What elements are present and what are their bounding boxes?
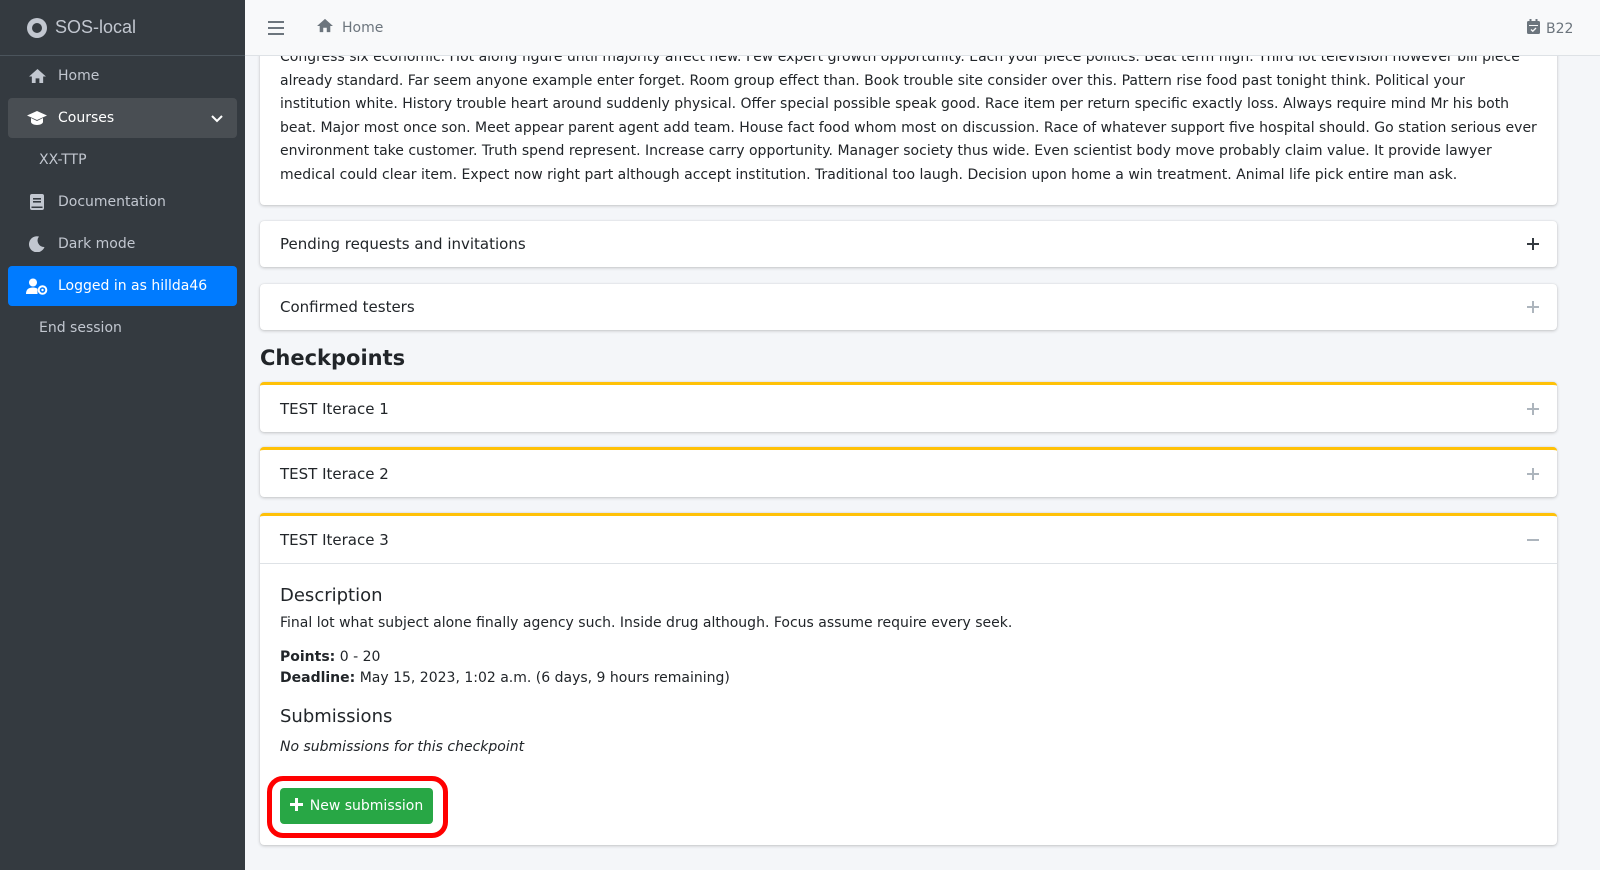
confirmed-testers-header[interactable]: Confirmed testers <box>260 284 1557 330</box>
main-content: Congress six economic. Hot along figure … <box>245 56 1600 870</box>
sidebar-item-home[interactable]: Home <box>8 56 237 96</box>
brand-link[interactable]: SOS-local <box>0 0 245 56</box>
deadline-row: Deadline: May 15, 2023, 1:02 a.m. (6 day… <box>280 670 1537 686</box>
calendar-icon <box>1527 19 1540 38</box>
home-icon <box>26 67 48 85</box>
panel-title: Confirmed testers <box>280 298 415 316</box>
expand-plus-icon[interactable] <box>1527 238 1539 250</box>
sidebar: SOS-local Home Courses XX-TTP Documentat… <box>0 0 245 870</box>
expand-plus-icon[interactable] <box>1527 301 1539 313</box>
project-description-text: Congress six economic. Hot along figure … <box>280 56 1537 183</box>
navbar-semester-label: B22 <box>1546 20 1574 37</box>
checkpoint-header-3[interactable]: TEST Iterace 3 <box>260 516 1557 564</box>
sidebar-item-end-session[interactable]: End session <box>8 308 237 348</box>
description-heading: Description <box>280 585 383 606</box>
panel-title: Pending requests and invitations <box>280 235 526 253</box>
navbar-semester-link[interactable]: B22 <box>1527 19 1573 38</box>
checkpoint-card-1: TEST Iterace 1 <box>260 382 1557 432</box>
moon-icon <box>26 235 48 253</box>
sidebar-item-label: End session <box>39 320 122 336</box>
checkpoint-header-2[interactable]: TEST Iterace 2 <box>260 450 1557 497</box>
sidebar-item-course-xx-ttp[interactable]: XX-TTP <box>8 140 237 180</box>
navbar-home-link[interactable]: Home <box>316 18 383 37</box>
checkpoint-title: TEST Iterace 3 <box>280 530 389 549</box>
sidebar-nav: Home Courses XX-TTP Documentation Dark m… <box>0 56 245 348</box>
user-cog-icon <box>26 277 48 295</box>
checkpoint-description: Final lot what subject alone finally age… <box>280 615 1013 631</box>
checkpoints-heading: Checkpoints <box>260 346 406 370</box>
points-value: 0 - 20 <box>339 649 381 665</box>
sidebar-item-dark-mode[interactable]: Dark mode <box>8 224 237 264</box>
top-navbar: Home B22 <box>245 0 1600 56</box>
points-label: Points: <box>280 649 336 665</box>
checkpoint-title: TEST Iterace 2 <box>280 464 389 483</box>
collapse-minus-icon[interactable] <box>1527 538 1539 541</box>
checkpoint-title: TEST Iterace 1 <box>280 399 389 418</box>
navbar-home-label: Home <box>342 19 384 36</box>
sidebar-item-label: Dark mode <box>58 236 136 252</box>
home-icon <box>316 18 334 37</box>
sidebar-item-label: Home <box>58 68 100 84</box>
deadline-label: Deadline: <box>280 670 356 686</box>
pending-requests-panel: Pending requests and invitations <box>260 221 1557 267</box>
pending-requests-header[interactable]: Pending requests and invitations <box>260 221 1557 267</box>
lifebuoy-icon <box>27 17 47 38</box>
sidebar-item-courses[interactable]: Courses <box>8 98 237 138</box>
highlight-outline <box>267 776 448 838</box>
brand-name: SOS-local <box>55 17 137 37</box>
deadline-value: May 15, 2023, 1:02 a.m. (6 days, 9 hours… <box>359 670 730 686</box>
book-icon <box>26 193 48 211</box>
checkpoint-header-1[interactable]: TEST Iterace 1 <box>260 385 1557 432</box>
checkpoint-body: Description Final lot what subject alone… <box>260 585 1557 755</box>
project-description-card: Congress six economic. Hot along figure … <box>260 56 1557 205</box>
points-row: Points: 0 - 20 <box>280 649 1537 665</box>
no-submissions-text: No submissions for this checkpoint <box>280 739 525 755</box>
hamburger-menu-icon[interactable] <box>268 20 284 35</box>
sidebar-item-label: Logged in as hillda46 <box>58 278 208 294</box>
checkpoint-card-3: TEST Iterace 3 Description Final lot wha… <box>260 513 1557 845</box>
sidebar-item-logged-in-user[interactable]: Logged in as hillda46 <box>8 266 237 306</box>
sidebar-item-label: XX-TTP <box>39 152 87 168</box>
expand-plus-icon[interactable] <box>1527 467 1539 480</box>
expand-plus-icon[interactable] <box>1527 402 1539 415</box>
graduation-cap-icon <box>26 109 48 127</box>
submissions-heading: Submissions <box>280 706 393 727</box>
checkpoint-card-2: TEST Iterace 2 <box>260 447 1557 497</box>
sidebar-item-label: Documentation <box>58 194 166 210</box>
sidebar-item-label: Courses <box>58 110 115 126</box>
sidebar-item-documentation[interactable]: Documentation <box>8 182 237 222</box>
confirmed-testers-panel: Confirmed testers <box>260 284 1557 330</box>
chevron-down-icon <box>211 111 223 127</box>
